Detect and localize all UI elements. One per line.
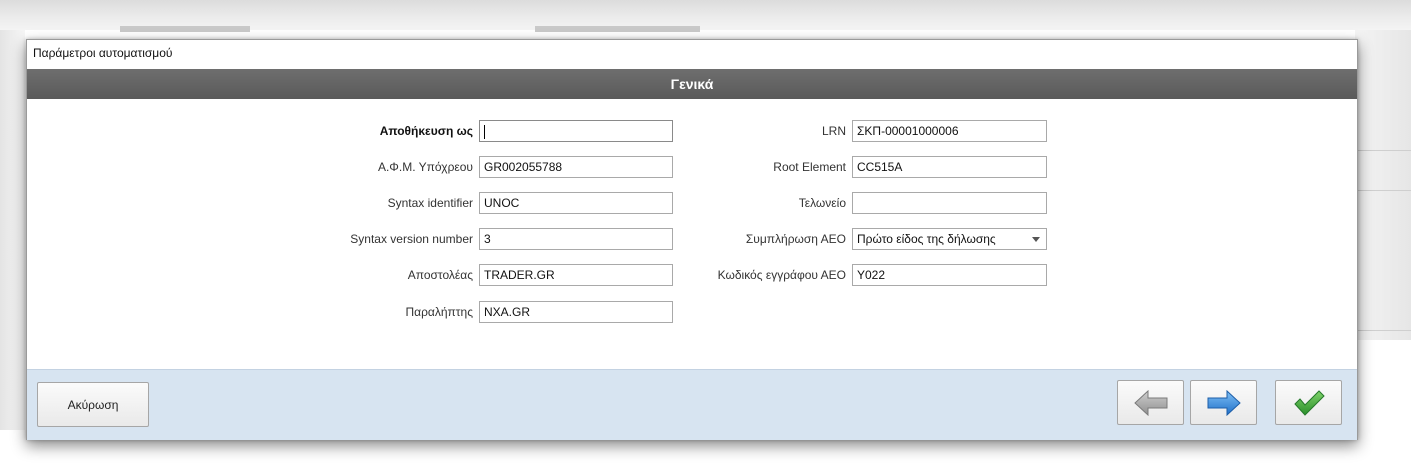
customs-office-input[interactable]: [852, 192, 1047, 214]
background-strip: [535, 26, 700, 32]
arrow-left-icon: [1133, 389, 1168, 416]
background-strip: [120, 26, 250, 32]
recipient-label: Παραλήπτης: [405, 305, 473, 319]
recipient-input[interactable]: NXA.GR: [479, 301, 673, 323]
form-row-aeo-completion: Συμπλήρωση ΑΕΟ Πρώτο είδος της δήλωσης: [27, 227, 1047, 251]
background-app-header: [0, 0, 1411, 32]
automation-parameters-dialog: Παράμετροι αυτοματισμού Γενικά Αποθήκευσ…: [26, 39, 1358, 440]
background-app-left: [0, 30, 25, 430]
dialog-footer: Ακύρωση: [27, 369, 1357, 440]
form-row-aeo-doc-code: Κωδικός εγγράφου ΑΕΟ Y022: [27, 263, 1047, 287]
ok-button[interactable]: [1275, 380, 1342, 425]
form-area: Αποθήκευση ως Α.Φ.Μ. Υπόχρεου GR00205578…: [27, 99, 1357, 369]
dialog-title: Παράμετροι αυτοματισμού: [33, 46, 173, 60]
customs-office-label: Τελωνείο: [798, 196, 846, 210]
aeo-completion-select[interactable]: Πρώτο είδος της δήλωσης: [852, 228, 1047, 250]
lrn-label: LRN: [821, 124, 846, 138]
cancel-button[interactable]: Ακύρωση: [37, 382, 149, 427]
next-button[interactable]: [1190, 380, 1257, 425]
back-button[interactable]: [1117, 380, 1184, 425]
form-row-lrn: LRN ΣΚΠ-00001000006: [27, 119, 1047, 143]
form-row-root-element: Root Element CC515A: [27, 155, 1047, 179]
root-element-label: Root Element: [773, 160, 846, 174]
section-header-general: Γενικά: [27, 69, 1357, 99]
aeo-doc-code-label: Κωδικός εγγράφου ΑΕΟ: [717, 268, 846, 282]
form-row-recipient: Παραλήπτης NXA.GR: [27, 300, 673, 324]
form-row-customs-office: Τελωνείο: [27, 191, 1047, 215]
root-element-input[interactable]: CC515A: [852, 156, 1047, 178]
lrn-input[interactable]: ΣΚΠ-00001000006: [852, 120, 1047, 142]
aeo-completion-value: Πρώτο είδος της δήλωσης: [857, 232, 996, 246]
aeo-completion-label: Συμπλήρωση ΑΕΟ: [745, 232, 846, 246]
chevron-down-icon: [1032, 237, 1040, 242]
checkmark-icon: [1293, 389, 1325, 417]
background-app-right: [1355, 30, 1411, 340]
arrow-right-icon: [1207, 389, 1241, 416]
aeo-doc-code-input[interactable]: Y022: [852, 264, 1047, 286]
